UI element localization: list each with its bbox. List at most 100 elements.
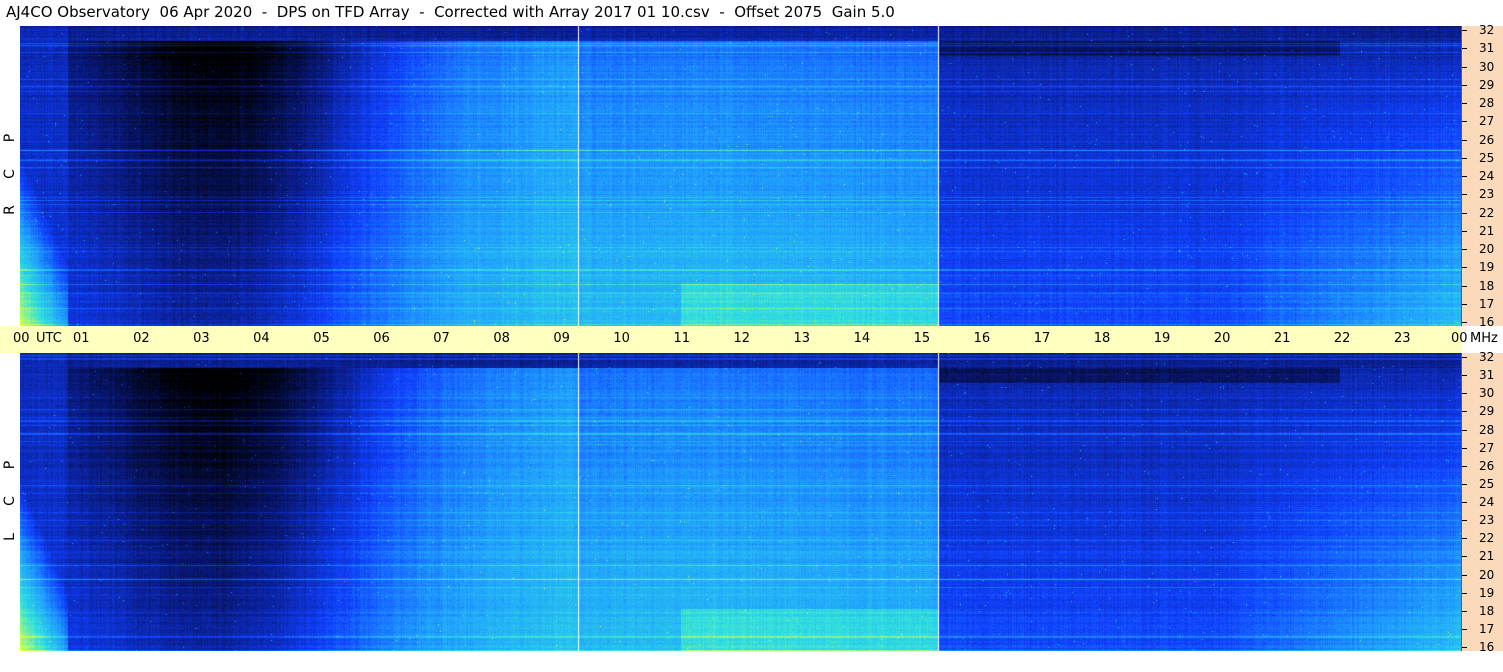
rcp-polarization-label: P C R [0,26,20,326]
lcp-freq-tick [1462,375,1467,377]
rcp-freq-tick [1462,267,1467,269]
rcp-freq-label: 17 [1479,296,1495,311]
time-tick-label: 16 [973,331,991,346]
time-tick-label: 08 [493,331,510,346]
lcp-freq-tick [1462,465,1467,467]
lcp-freq-label: 29 [1479,404,1495,419]
lcp-freq-label: 19 [1479,585,1495,600]
time-axis: 00 01 02 03 04 05 06 07 08 09 10 11 12 13 14 15 16 17 18 19… [0,326,1498,353]
time-tick-label: 06 [373,331,390,346]
rcp-freq-tick [1462,230,1467,232]
lcp-freq-label: 25 [1479,476,1495,491]
rcp-freq-label: 23 [1479,187,1495,202]
rcp-letter-2: C [2,169,18,179]
lcp-freq-tick [1462,502,1467,503]
rcp-freq-tick [1462,322,1467,323]
lcp-freq-tick [1462,574,1467,576]
lcp-freq-tick [1462,647,1467,648]
lcp-frequency-axis: 32 31 30 29 28 27 26 25 24 23 22 21 20 19 18 17 16 [1461,350,1503,654]
lcp-freq-tick [1462,520,1467,522]
lcp-freq-tick [1462,556,1467,558]
time-tick-label: 02 [133,331,150,346]
lcp-letter-3: L [2,533,18,541]
rcp-freq-tick [1462,84,1467,86]
lcp-letter-1: P [2,460,18,470]
lcp-freq-tick [1462,429,1467,431]
time-tick-label: 18 [1093,331,1111,346]
rcp-freq-label: 18 [1479,278,1495,293]
lcp-freq-label: 31 [1479,368,1495,383]
chart-title: AJ4CO Observatory 06 Apr 2020 - DPS on T… [6,3,895,21]
time-tick-label: 07 [433,331,450,346]
rcp-freq-label: 28 [1479,96,1495,110]
lcp-freq-tick [1462,357,1467,358]
time-tick-label: 09 [553,331,570,346]
time-tick-label: 14 [853,331,871,346]
time-tick-label: 21 [1273,331,1291,346]
lcp-freq-label: 26 [1479,458,1495,473]
rcp-freq-tick [1462,176,1467,177]
time-tick-label: 05 [313,331,330,346]
rcp-freq-label: 32 [1479,23,1495,37]
lcp-freq-tick [1462,393,1467,395]
rcp-freq-tick [1462,30,1467,31]
rcp-freq-tick [1462,139,1467,141]
rcp-freq-label: 19 [1479,260,1495,275]
rcp-freq-tick [1462,303,1467,305]
time-tick-label: 19 [1153,331,1171,346]
lcp-freq-label: 17 [1479,621,1495,636]
rcp-freq-tick [1462,285,1467,287]
lcp-freq-label: 22 [1479,531,1495,546]
rcp-freq-tick [1462,103,1467,104]
lcp-freq-label: 32 [1479,350,1495,364]
rcp-freq-label: 24 [1479,169,1495,183]
lcp-freq-tick [1462,610,1467,612]
time-unit-label: UTC [36,331,62,346]
title-bar: AJ4CO Observatory 06 Apr 2020 - DPS on T… [0,0,1462,26]
time-tick-label: 17 [1033,331,1051,346]
rcp-freq-label: 30 [1479,59,1495,74]
time-tick-label: 11 [673,331,690,346]
lcp-freq-tick [1462,628,1467,630]
rcp-freq-tick [1462,194,1467,196]
lcp-spectrogram [20,353,1461,651]
rcp-freq-label: 21 [1479,223,1495,238]
time-tick-label: 03 [193,331,210,346]
time-tick-label: 13 [793,331,811,346]
rcp-freq-label: 25 [1479,150,1495,165]
lcp-freq-tick [1462,411,1467,413]
rcp-freq-tick [1462,249,1467,250]
lcp-freq-label: 16 [1479,640,1495,654]
lcp-heatmap [20,353,1461,651]
rcp-freq-label: 27 [1479,114,1495,129]
lcp-freq-label: 24 [1479,495,1495,509]
time-tick-label: 00 [13,331,30,346]
rcp-freq-label: 22 [1479,205,1495,220]
rcp-freq-tick [1462,66,1467,68]
lcp-freq-tick [1462,592,1467,594]
rcp-frequency-axis: 32 31 30 29 28 27 26 25 24 23 22 21 20 19 18 17 16 [1461,23,1503,329]
frequency-unit-label: MHz [1470,331,1498,346]
rcp-freq-tick [1462,212,1467,214]
rcp-freq-tick [1462,48,1467,50]
time-tick-label: 01 [73,331,90,346]
lcp-polarization-label: P C L [0,353,20,651]
lcp-freq-label: 28 [1479,422,1495,437]
lcp-freq-label: 20 [1479,567,1495,582]
lcp-freq-label: 23 [1479,513,1495,528]
rcp-letter-1: P [2,133,18,143]
rcp-freq-tick [1462,157,1467,159]
time-tick-label: 15 [913,331,931,346]
rcp-spectrogram [20,26,1461,326]
rcp-freq-label: 29 [1479,77,1495,92]
lcp-freq-label: 21 [1479,549,1495,564]
time-tick-label: 00 [1451,331,1468,346]
time-tick-label: 12 [733,331,751,346]
time-tick-label: 10 [613,331,630,346]
rcp-heatmap [20,26,1461,326]
rcp-freq-label: 16 [1479,315,1495,329]
lcp-freq-label: 30 [1479,386,1495,401]
lcp-freq-label: 27 [1479,440,1495,455]
time-tick-label: 20 [1213,331,1231,346]
rcp-freq-tick [1462,121,1467,123]
